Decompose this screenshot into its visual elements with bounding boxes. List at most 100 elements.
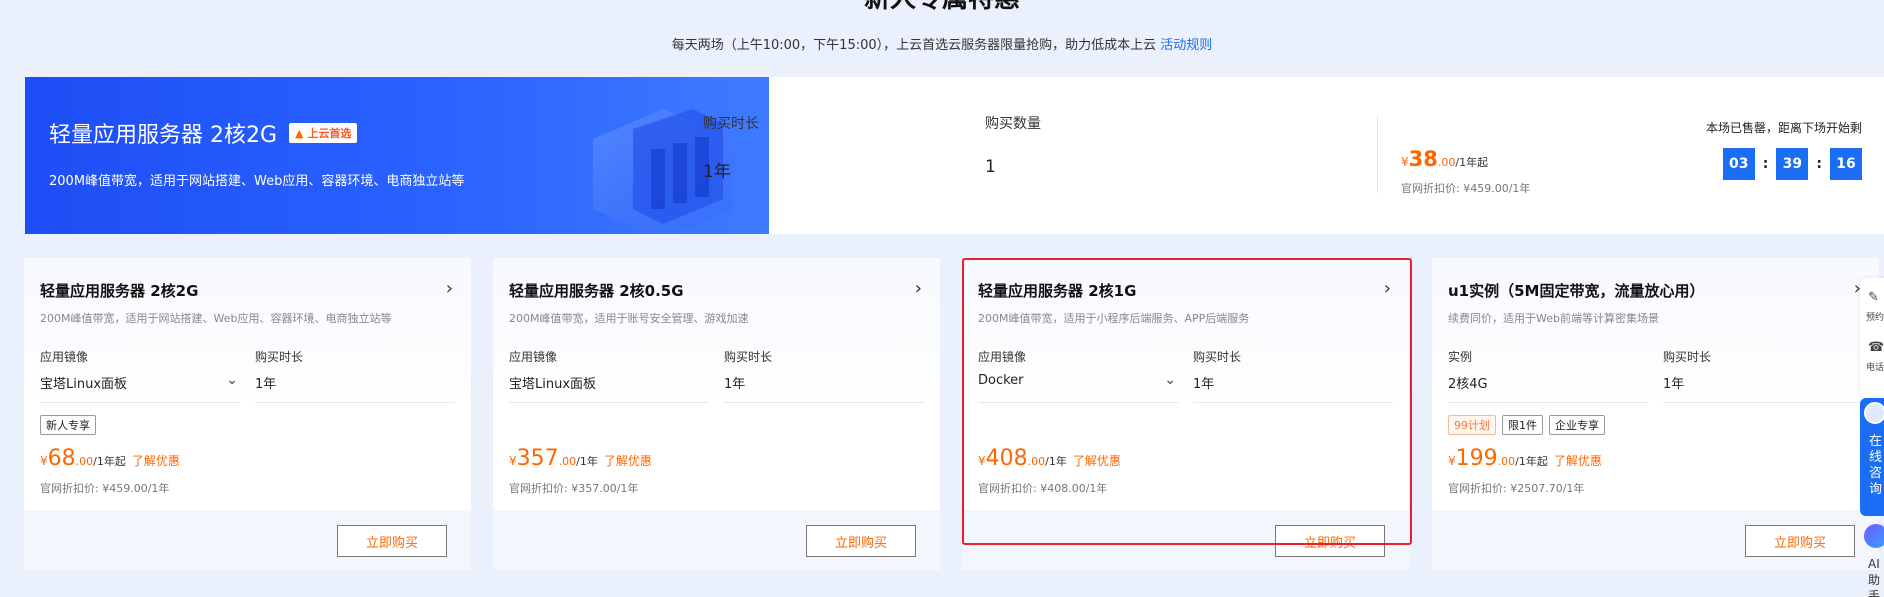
- countdown-hours: 03: [1722, 148, 1755, 180]
- price-suffix: 起: [1477, 156, 1489, 169]
- product-card-u1: u1实例（5M固定带宽，流量放心用） › 续费同价，适用于Web前端等计算密集场…: [1432, 258, 1879, 570]
- learn-discount-link[interactable]: 了解优惠: [1554, 454, 1602, 468]
- original-price: 官网折扣价: ¥459.00/1年: [40, 482, 170, 495]
- price-suffix: 起: [1536, 455, 1548, 468]
- price-amount: 38: [1408, 147, 1438, 171]
- image-label: 应用镜像: [40, 350, 89, 364]
- ai-assistant-button[interactable]: AI助手: [1860, 520, 1884, 597]
- image-select[interactable]: Docker ⌄: [978, 372, 1178, 403]
- image-label: 应用镜像: [978, 350, 1027, 364]
- edit-icon[interactable]: ✎: [1868, 290, 1879, 305]
- image-label: 应用镜像: [509, 350, 558, 364]
- currency-symbol: ¥: [978, 454, 986, 468]
- top-choice-badge: ▲ 上云首选: [289, 123, 358, 143]
- banner-quantity[interactable]: 购买数量 1: [985, 113, 1041, 177]
- price-row: ¥199.00/1年起 了解优惠: [1448, 446, 1602, 471]
- avatar: [1864, 402, 1884, 424]
- chevron-right-icon[interactable]: ›: [915, 278, 922, 299]
- price-unit: /1年: [1455, 156, 1478, 169]
- product-card-2c1g: 轻量应用服务器 2核1G › 200M峰值带宽，适用于小程序后端服务、APP后端…: [962, 258, 1409, 570]
- countdown-timer: 03 : 39 : 16: [1722, 148, 1862, 180]
- price-amount: 68: [47, 446, 76, 471]
- banner-original-price: 官网折扣价: ¥459.00/1年: [1401, 182, 1531, 195]
- product-card-2c05g: 轻量应用服务器 2核0.5G › 200M峰值带宽，适用于账号安全管理、游戏加速…: [493, 258, 940, 570]
- featured-banner: 轻量应用服务器 2核2G ▲ 上云首选 200M峰值带宽，适用于网站搭建、Web…: [25, 77, 1884, 234]
- flame-icon: ▲: [295, 127, 304, 140]
- countdown-label: 本场已售罄，距离下场开始剩: [1705, 121, 1862, 135]
- price-suffix: 起: [114, 455, 126, 468]
- badge-label: 上云首选: [307, 127, 352, 140]
- page-subtitle: 每天两场（上午10:00，下午15:00），上云首选云服务器限量抢购，助力低成本…: [0, 34, 1884, 53]
- card-description: 200M峰值带宽，适用于账号安全管理、游戏加速: [509, 312, 749, 325]
- price-unit: /1年: [1515, 455, 1537, 468]
- phone-icon[interactable]: ☎: [1868, 340, 1884, 355]
- banner-divider: [1377, 115, 1378, 193]
- floating-toolbar: ✎ 预约 ☎ 电话: [1860, 278, 1884, 398]
- duration-value[interactable]: 1年: [1193, 373, 1393, 403]
- price-row: ¥357.00/1年 了解优惠: [509, 446, 652, 471]
- card-description: 200M峰值带宽，适用于小程序后端服务、APP后端服务: [978, 312, 1250, 325]
- buy-now-button[interactable]: 立即购买: [337, 525, 447, 557]
- price-amount: 408: [985, 446, 1028, 471]
- price-decimal: .00: [75, 455, 94, 468]
- duration-label: 购买时长: [724, 350, 773, 364]
- card-description: 续费同价，适用于Web前端等计算密集场景: [1448, 312, 1659, 325]
- learn-discount-link[interactable]: 了解优惠: [132, 454, 180, 468]
- learn-discount-link[interactable]: 了解优惠: [1073, 454, 1121, 468]
- subtitle-text: 每天两场（上午10:00，下午15:00），上云首选云服务器限量抢购，助力低成本…: [671, 38, 1157, 53]
- chevron-right-icon[interactable]: ›: [446, 278, 453, 299]
- duration-value[interactable]: 1年: [255, 373, 455, 403]
- image-select[interactable]: 宝塔Linux面板 ⌄: [40, 372, 240, 403]
- learn-discount-link[interactable]: 了解优惠: [604, 454, 652, 468]
- original-price: 官网折扣价: ¥408.00/1年: [978, 482, 1108, 495]
- banner-price: ¥38.00/1年起: [1401, 147, 1488, 171]
- online-consult-button[interactable]: 在线咨询: [1860, 398, 1884, 516]
- currency-symbol: ¥: [1401, 155, 1409, 169]
- instance-value[interactable]: 2核4G: [1448, 373, 1648, 403]
- buy-now-button[interactable]: 立即购买: [1745, 525, 1855, 557]
- tag-new-user: 新人专享: [40, 415, 96, 435]
- buy-now-button[interactable]: 立即购买: [1275, 525, 1385, 557]
- currency-symbol: ¥: [509, 454, 517, 468]
- quantity-value[interactable]: 1: [985, 157, 996, 177]
- price-decimal: .00: [1027, 455, 1046, 468]
- rules-link[interactable]: 活动规则: [1160, 38, 1212, 53]
- tag-enterprise: 企业专享: [1549, 415, 1605, 435]
- duration-value[interactable]: 1年: [724, 373, 924, 403]
- banner-title: 轻量应用服务器 2核2G ▲ 上云首选: [49, 117, 358, 149]
- price-amount: 357: [516, 446, 559, 471]
- card-title[interactable]: 轻量应用服务器 2核2G: [40, 280, 198, 301]
- duration-label: 购买时长: [1663, 350, 1712, 364]
- duration-value[interactable]: 1年: [1663, 373, 1863, 403]
- duration-label: 购买时长: [1193, 350, 1242, 364]
- price-unit: /1年: [1045, 455, 1067, 468]
- buy-now-button[interactable]: 立即购买: [806, 525, 916, 557]
- chevron-down-icon: ⌄: [1164, 372, 1176, 388]
- instance-label: 实例: [1448, 350, 1473, 364]
- original-price: 官网折扣价: ¥2507.70/1年: [1448, 482, 1585, 495]
- card-title[interactable]: 轻量应用服务器 2核1G: [978, 280, 1136, 301]
- currency-symbol: ¥: [1448, 454, 1456, 468]
- online-consult-label: 在线咨询: [1869, 434, 1883, 497]
- quantity-label: 购买数量: [985, 116, 1041, 132]
- card-title[interactable]: u1实例（5M固定带宽，流量放心用）: [1448, 280, 1704, 301]
- price-row: ¥408.00/1年 了解优惠: [978, 446, 1121, 471]
- tag-limit-one: 限1件: [1502, 415, 1543, 435]
- ai-logo-icon: [1864, 524, 1884, 548]
- duration-label: 购买时长: [255, 350, 304, 364]
- countdown-seconds: 16: [1830, 148, 1862, 180]
- price-row: ¥68.00/1年起 了解优惠: [40, 446, 180, 471]
- chevron-down-icon: ⌄: [226, 372, 238, 388]
- price-amount: 199: [1455, 446, 1498, 471]
- duration-value[interactable]: 1年: [703, 157, 731, 182]
- toolbar-item-reserve[interactable]: 预约: [1866, 310, 1884, 323]
- banner-duration[interactable]: 购买时长 1年: [703, 113, 759, 182]
- image-value[interactable]: 宝塔Linux面板: [509, 373, 709, 403]
- banner-title-text: 轻量应用服务器 2核2G: [49, 123, 278, 148]
- tag-list: 99计划 限1件 企业专享: [1448, 415, 1605, 435]
- duration-label: 购买时长: [703, 116, 759, 132]
- tag-list: 新人专享: [40, 415, 96, 435]
- chevron-right-icon[interactable]: ›: [1384, 278, 1391, 299]
- toolbar-item-phone[interactable]: 电话: [1866, 360, 1884, 373]
- card-title[interactable]: 轻量应用服务器 2核0.5G: [509, 280, 684, 301]
